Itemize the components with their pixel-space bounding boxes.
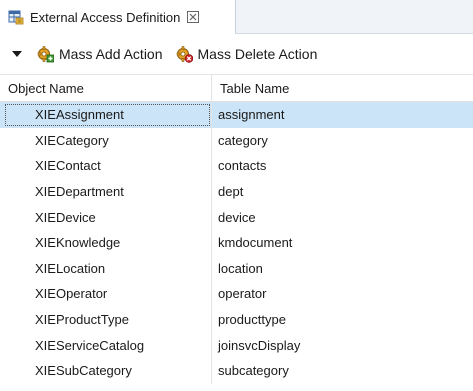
- table-name-cell[interactable]: contacts: [212, 153, 473, 179]
- object-name-cell[interactable]: XIEKnowledge: [0, 229, 212, 256]
- object-name-cell[interactable]: XIESubCategory: [0, 357, 212, 384]
- table-row[interactable]: XIEDepartment dept: [0, 178, 473, 205]
- table-row[interactable]: XIEOperator operator: [0, 281, 473, 307]
- object-name-cell[interactable]: XIEContact: [0, 153, 212, 179]
- table-name-cell[interactable]: assignment: [212, 102, 473, 128]
- table-name-cell[interactable]: dept: [212, 179, 473, 205]
- table-name-cell[interactable]: operator: [212, 281, 473, 307]
- table-editor-icon: [8, 9, 24, 25]
- table-name-cell[interactable]: subcategory: [212, 358, 473, 384]
- table-row[interactable]: XIEAssignment assignment: [0, 102, 473, 128]
- mass-delete-action-label: Mass Delete Action: [197, 46, 318, 62]
- mass-add-action-button[interactable]: Mass Add Action: [36, 45, 163, 63]
- table-row[interactable]: XIESubCategory subcategory: [0, 357, 473, 384]
- table-row[interactable]: XIEProductType producttype: [0, 306, 473, 333]
- table-name-cell[interactable]: device: [212, 204, 473, 230]
- object-name-cell[interactable]: XIEServiceCatalog: [0, 332, 212, 358]
- table-name-cell[interactable]: location: [212, 256, 473, 282]
- external-access-table: Object Name Table Name XIEAssignment assi…: [0, 74, 473, 391]
- column-header-object-name[interactable]: Object Name: [0, 75, 212, 102]
- table-name-cell[interactable]: producttype: [212, 307, 473, 333]
- table-body: XIEAssignment assignment XIECategory catego…: [0, 102, 473, 384]
- table-name-cell[interactable]: joinsvcDisplay: [212, 332, 473, 358]
- table-name-cell[interactable]: kmdocument: [212, 230, 473, 256]
- column-header-table-name[interactable]: Table Name: [212, 75, 473, 102]
- table-row[interactable]: XIEContact contacts: [0, 153, 473, 179]
- table-row[interactable]: XIEKnowledge kmdocument: [0, 229, 473, 256]
- object-name-cell[interactable]: XIECategory: [0, 127, 212, 154]
- object-name-cell[interactable]: XIEDepartment: [0, 178, 212, 205]
- table-row[interactable]: XIELocation location: [0, 255, 473, 282]
- mass-add-action-label: Mass Add Action: [59, 46, 163, 62]
- close-icon[interactable]: [187, 11, 200, 23]
- triangle-down-icon[interactable]: [12, 49, 22, 59]
- editor-tab-strip: External Access Definition: [0, 0, 473, 34]
- object-name-cell[interactable]: XIEOperator: [0, 281, 212, 307]
- mass-delete-action-button[interactable]: Mass Delete Action: [175, 45, 318, 63]
- table-row[interactable]: XIECategory category: [0, 127, 473, 154]
- object-name-cell[interactable]: XIEProductType: [0, 306, 212, 333]
- object-name-cell[interactable]: XIEAssignment: [3, 102, 212, 128]
- object-name-cell[interactable]: XIELocation: [0, 255, 212, 282]
- table-header: Object Name Table Name: [0, 75, 473, 102]
- table-name-cell[interactable]: category: [212, 128, 473, 154]
- gear-delete-icon: [175, 45, 193, 63]
- table-row[interactable]: XIEServiceCatalog joinsvcDisplay: [0, 332, 473, 358]
- object-name-cell[interactable]: XIEDevice: [0, 204, 212, 230]
- gear-add-icon: [36, 45, 55, 63]
- tab-external-access-definition[interactable]: External Access Definition: [0, 0, 236, 34]
- table-row[interactable]: XIEDevice device: [0, 204, 473, 230]
- editor-toolbar: Mass Add Action Mass Delete Action: [0, 34, 473, 74]
- tab-title: External Access Definition: [30, 9, 181, 25]
